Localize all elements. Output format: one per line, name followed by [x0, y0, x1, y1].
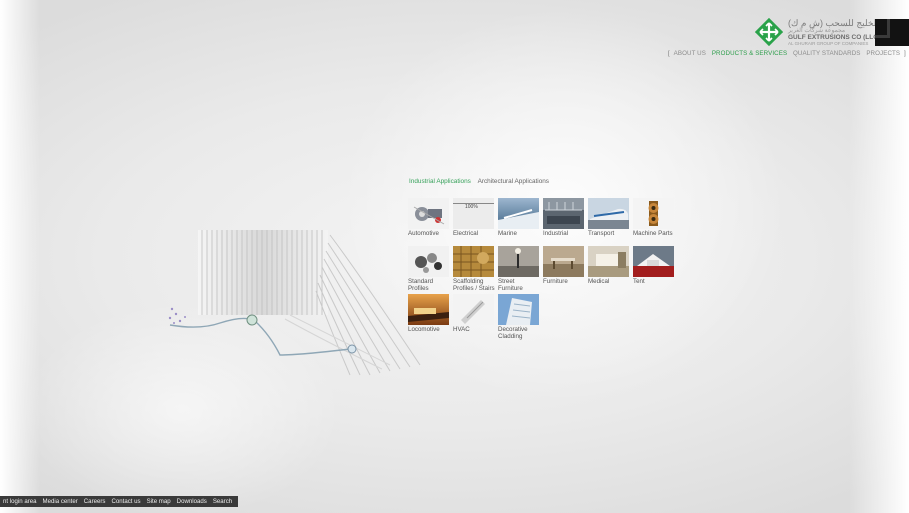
electrical-icon: 100%: [453, 198, 494, 229]
app-label: Electrical: [453, 230, 479, 237]
tab-architectural-applications[interactable]: Architectural Applications: [478, 178, 549, 185]
decorative-cladding-icon: [498, 294, 539, 325]
footer-site-map[interactable]: Site map: [144, 498, 174, 505]
app-label: Tent: [633, 278, 645, 285]
logo-mark-icon: [755, 18, 783, 46]
background-edge-left: [0, 0, 40, 513]
loading-percentage: 100%: [465, 204, 478, 210]
app-tile-transport[interactable]: Transport: [588, 198, 629, 237]
app-tile-tent[interactable]: Tent: [633, 246, 674, 285]
top-navigation: [ ABOUT US PRODUCTS & SERVICES QUALITY S…: [668, 50, 906, 57]
corner-mark: [875, 19, 890, 38]
footer-contact-us[interactable]: Contact us: [108, 498, 143, 505]
app-label-line1: Scaffolding: [453, 278, 484, 285]
aluminium-profiles-illustration: [168, 230, 421, 376]
app-tile-industrial[interactable]: Industrial: [543, 198, 584, 237]
transport-icon: [588, 198, 629, 229]
machine-parts-icon: [633, 198, 674, 229]
logo-arabic-subtitle: مجموعة شركات الغرير: [788, 28, 846, 34]
marine-icon: [498, 198, 539, 229]
logo-company-name: GULF EXTRUSIONS CO (LLC): [788, 34, 881, 41]
app-tile-medical[interactable]: Medical: [588, 246, 629, 285]
application-tabs: Industrial Applications Architectural Ap…: [409, 178, 549, 185]
app-tile-decorative-cladding[interactable]: Decorative Cladding: [498, 294, 539, 341]
app-tile-furniture[interactable]: Furniture: [543, 246, 584, 285]
nav-quality-standards[interactable]: QUALITY STANDARDS: [793, 50, 860, 57]
industrial-icon: [543, 198, 584, 229]
app-tile-scaffolding[interactable]: Scaffolding Profiles / Stairs: [453, 246, 495, 293]
tab-industrial-applications[interactable]: Industrial Applications: [409, 178, 471, 185]
footer-media-center[interactable]: Media center: [40, 498, 81, 505]
nav-products-services[interactable]: PRODUCTS & SERVICES: [712, 50, 787, 57]
footer-careers[interactable]: Careers: [81, 498, 109, 505]
app-label-line1: Street: [498, 278, 515, 285]
footer-downloads[interactable]: Downloads: [174, 498, 210, 505]
app-label: Industrial: [543, 230, 569, 237]
app-label: Transport: [588, 230, 615, 237]
app-label: HVAC: [453, 326, 470, 333]
corner-block: [875, 19, 909, 46]
app-label: Machine Parts: [633, 230, 673, 237]
app-tile-street-furniture[interactable]: Street Furniture: [498, 246, 539, 293]
footer-navigation: nt login area Media center Careers Conta…: [0, 496, 239, 507]
logo-group-name: AL GHURAIR GROUP OF COMPANIES: [788, 41, 869, 46]
nav-projects[interactable]: PROJECTS: [866, 50, 900, 57]
footer-client-login-area[interactable]: nt login area: [0, 498, 40, 505]
app-label-line1: Decorative: [498, 326, 528, 333]
furniture-icon: [543, 246, 584, 277]
background-edge-right: [849, 0, 909, 513]
nav-bracket-close: ]: [903, 50, 906, 57]
medical-icon: [588, 246, 629, 277]
app-label-line2: Cladding: [498, 333, 523, 341]
app-label-line2: Profiles / Stairs: [453, 285, 495, 293]
app-tile-electrical[interactable]: 100% Electrical: [453, 198, 494, 237]
app-label: Medical: [588, 278, 610, 285]
scaffolding-icon: [453, 246, 494, 277]
app-label: Marine: [498, 230, 517, 237]
app-tile-machine-parts[interactable]: Machine Parts: [633, 198, 674, 237]
hvac-icon: [453, 294, 494, 325]
app-label: Furniture: [543, 278, 568, 285]
footer-search[interactable]: Search: [210, 498, 235, 505]
nav-about-us[interactable]: ABOUT US: [674, 50, 706, 57]
company-logo[interactable]: شركة الخليج للسحب (ش م ك) مجموعة شركات ا…: [755, 18, 903, 48]
profile-stack: [198, 230, 328, 315]
app-tile-marine[interactable]: Marine: [498, 198, 539, 237]
nav-bracket-open: [: [668, 50, 670, 57]
tent-icon: [633, 246, 674, 277]
street-furniture-icon: [498, 246, 539, 277]
app-label-line2: Furniture: [498, 285, 523, 293]
app-tile-hvac[interactable]: HVAC: [453, 294, 494, 333]
